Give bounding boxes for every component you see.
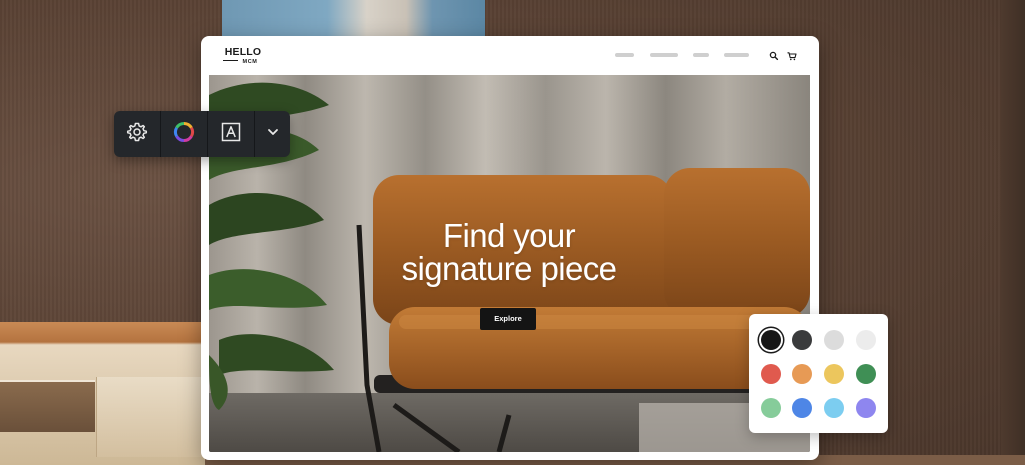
explore-button[interactable]: Explore [480,308,536,330]
color-swatch-1[interactable] [761,330,781,350]
color-swatch-6[interactable] [792,364,812,384]
nav-item-1[interactable] [615,53,634,57]
background-door-edge [1001,0,1025,465]
font-icon [220,121,242,148]
hero-banner: Find your signature piece Explore [209,75,810,452]
color-button[interactable] [161,111,208,157]
color-swatch-10[interactable] [792,398,812,418]
nav-item-3[interactable] [693,53,709,57]
cabinet-drawer [96,377,206,457]
hero-headline: Find your signature piece [359,219,659,285]
editor-toolbar [114,111,290,157]
settings-button[interactable] [114,111,161,157]
logo-wordmark: HELLO [224,46,262,58]
chevron-down-icon [266,125,280,144]
font-button[interactable] [208,111,255,157]
cart-icon[interactable] [786,49,798,61]
background-cabinet [0,322,206,465]
color-swatch-4[interactable] [856,330,876,350]
color-swatch-7[interactable] [824,364,844,384]
logo-rule [223,60,238,62]
gear-icon [126,121,148,148]
nav-item-2[interactable] [650,53,678,57]
color-swatch-12[interactable] [856,398,876,418]
nav-item-4[interactable] [724,53,749,57]
background-art-panel [222,0,485,38]
search-icon[interactable] [768,49,780,61]
color-wheel-icon [173,121,195,148]
site-header: HELLO MCM [201,36,819,75]
color-swatch-11[interactable] [824,398,844,418]
website-preview-window: HELLO MCM Find your signature piece Expl… [201,36,819,460]
color-swatch-5[interactable] [761,364,781,384]
cabinet-shelf [0,380,95,432]
site-logo[interactable]: HELLO MCM [223,47,263,66]
hero-headline-line-2: signature piece [401,250,617,287]
color-swatch-3[interactable] [824,330,844,350]
color-swatch-8[interactable] [856,364,876,384]
color-swatch-2[interactable] [792,330,812,350]
color-palette-panel [749,314,888,433]
hero-headline-line-1: Find your [442,217,576,254]
color-swatch-9[interactable] [761,398,781,418]
toolbar-more-button[interactable] [255,111,290,157]
